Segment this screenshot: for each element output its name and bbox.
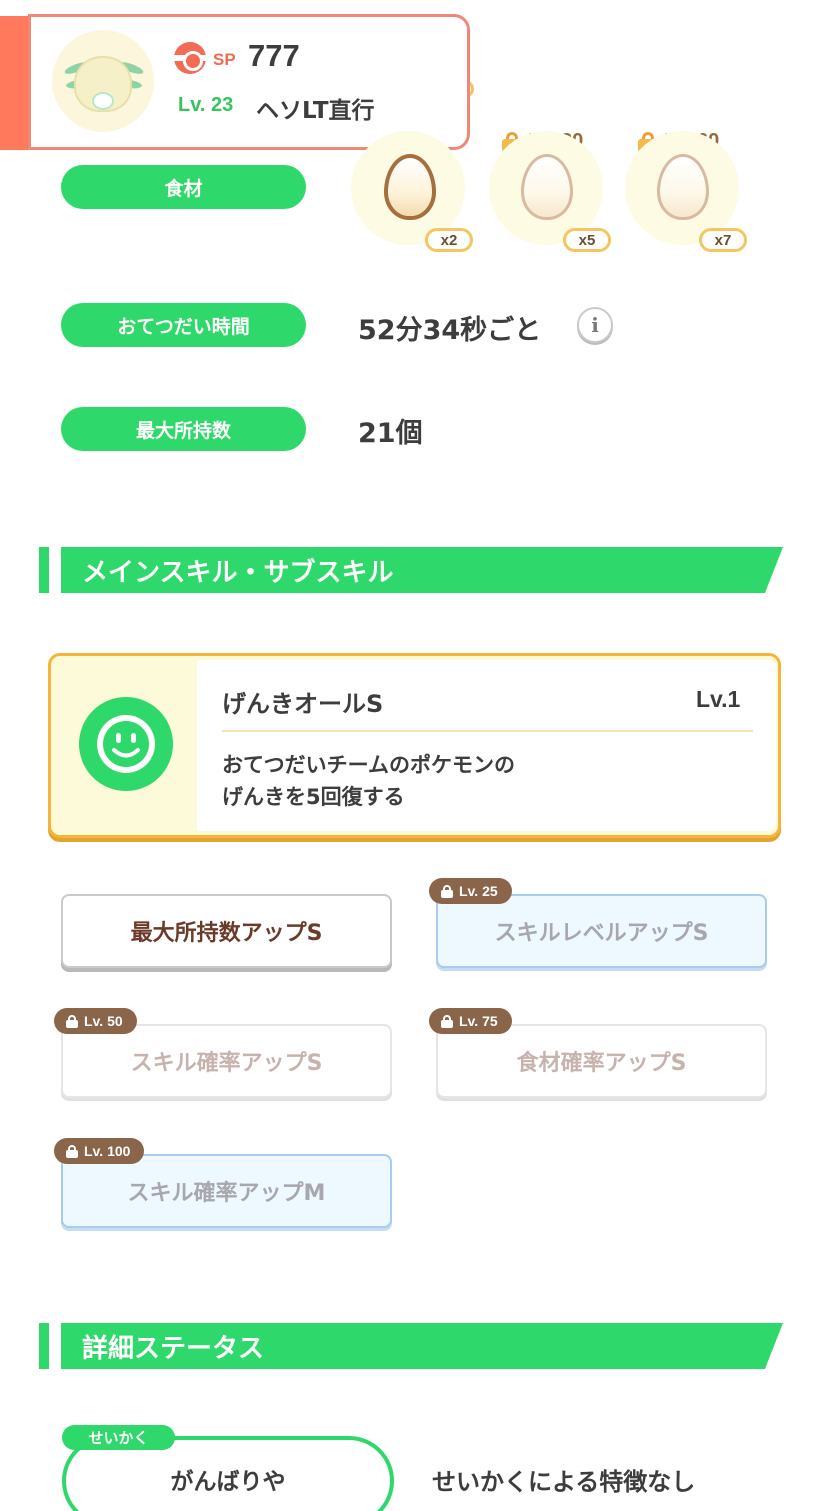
ingredient-qty: x2 [425, 228, 473, 252]
main-skill-name: げんきオールS [222, 690, 384, 718]
pokeball-icon [174, 42, 206, 74]
description-line: げんきを5回復する [222, 785, 405, 809]
subskill-unlock-badge: Lv. 75 [429, 1008, 512, 1034]
section-accent [39, 547, 49, 593]
badge-level: Lv. 50 [84, 1013, 123, 1029]
subskill-button-3[interactable]: スキル確率アップS [61, 1024, 392, 1098]
lock-icon [66, 1014, 78, 1028]
subskill-button-2[interactable]: スキルレベルアップS [436, 894, 767, 968]
nature-effect: せいかくによる特徴なし [432, 1468, 696, 1496]
ingredients-label: 食材 [61, 165, 306, 209]
pokemon-level: Lv. 23 [178, 94, 234, 116]
subskill-button-4[interactable]: 食材確率アップS [436, 1024, 767, 1098]
badge-level: Lv. 25 [459, 883, 498, 899]
subskill-button-5[interactable]: スキル確率アップM [61, 1154, 392, 1228]
max-carry-value: 21個 [358, 418, 423, 449]
subskill-unlock-badge: Lv. 50 [54, 1008, 137, 1034]
lock-icon [441, 884, 453, 898]
nature-tag: せいかく [62, 1425, 175, 1450]
details-section-title: 詳細ステータス [61, 1323, 783, 1369]
help-time-value: 52分34秒ごと [358, 315, 542, 346]
section-accent [39, 1323, 49, 1369]
lock-icon [66, 1144, 78, 1158]
pokemon-nickname: ヘソLT直行 [256, 98, 375, 124]
sp-value: 777 [248, 38, 300, 73]
smiley-icon [79, 697, 173, 791]
badge-level: Lv. 75 [459, 1013, 498, 1029]
badge-level: Lv. 100 [84, 1143, 131, 1159]
divider [222, 730, 753, 732]
main-skill-description: おてつだいチームのポケモンの げんきを5回復する [222, 749, 515, 813]
ingredient-qty: x5 [563, 228, 611, 252]
subskill-unlock-badge: Lv. 25 [429, 878, 512, 904]
sp-label: SP [213, 50, 236, 69]
description-line: おてつだいチームのポケモンの [222, 753, 515, 777]
main-skill-level: Lv.1 [696, 686, 741, 712]
lock-icon [441, 1014, 453, 1028]
skills-section-title: メインスキル・サブスキル [61, 547, 783, 593]
pokemon-avatar [52, 30, 154, 132]
ingredient-qty: x7 [699, 228, 747, 252]
info-icon[interactable]: i [577, 307, 613, 343]
help-time-label: おてつだい時間 [61, 303, 306, 347]
subskill-unlock-badge: Lv. 100 [54, 1138, 145, 1164]
subskill-button-1[interactable]: 最大所持数アップS [61, 894, 392, 968]
max-carry-label: 最大所持数 [61, 407, 306, 451]
egg-icon [92, 92, 114, 110]
